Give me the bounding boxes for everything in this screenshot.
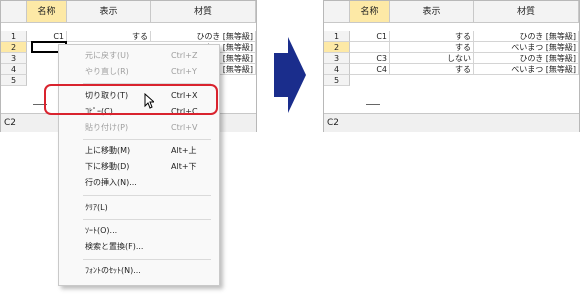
menu-item-label: 下に移動(D)	[85, 162, 130, 171]
menu-separator	[83, 195, 211, 196]
menu-item-shortcut: Alt+上	[171, 146, 197, 155]
column-header-name[interactable]: 名称	[350, 1, 390, 23]
column-header-material[interactable]: 材質	[474, 1, 579, 23]
highlight-box	[44, 84, 218, 115]
menu-item-move-down[interactable]: 下に移動(D) Alt+下	[59, 159, 219, 175]
display-cell[interactable]: する	[390, 64, 474, 75]
name-cell[interactable]: C3	[350, 53, 390, 64]
material-cell[interactable]: ひのき [無等級]	[474, 31, 579, 42]
menu-item-find-replace[interactable]: 検索と置換(F)...	[59, 239, 219, 255]
status-bar: C2	[324, 113, 579, 132]
menu-item-shortcut: Ctrl+V	[171, 123, 198, 132]
corner-header[interactable]	[324, 1, 350, 23]
right-arrow-icon	[274, 37, 306, 113]
menu-item-shortcut: Ctrl+Z	[171, 51, 198, 60]
column-header-name[interactable]: 名称	[27, 1, 67, 23]
menu-item-label: 行の挿入(N)...	[85, 178, 137, 187]
menu-separator	[83, 219, 211, 220]
row-number[interactable]: 2	[1, 42, 27, 53]
right-spreadsheet-panel: 名称 表示 材質 1 2 3 4 5 C1 する ひのき [無等級] する べい…	[323, 0, 580, 132]
mouse-cursor-icon	[144, 93, 154, 109]
new-row-marker	[366, 104, 380, 105]
name-cell[interactable]: C1	[350, 31, 390, 42]
display-cell[interactable]: しない	[390, 53, 474, 64]
menu-item-clear[interactable]: ｸﾘｱ(L)	[59, 200, 219, 216]
menu-item-label: ﾌｫﾝﾄのｾｯﾄ(N)...	[85, 266, 141, 275]
menu-item-shortcut: Alt+下	[171, 162, 197, 171]
material-cell[interactable]: べいまつ [無等級]	[474, 42, 579, 53]
name-cell[interactable]: C4	[350, 64, 390, 75]
row-number[interactable]: 3	[1, 53, 27, 64]
row-number[interactable]: 2	[324, 42, 350, 53]
menu-item-label: ｿｰﾄ(O)...	[85, 226, 118, 235]
display-cell[interactable]: する	[390, 42, 474, 53]
display-cell[interactable]: する	[67, 31, 151, 42]
row-number[interactable]: 4	[1, 64, 27, 75]
menu-item-label: 上に移動(M)	[85, 146, 131, 155]
menu-item-redo[interactable]: やり直し(R) Ctrl+Y	[59, 64, 219, 80]
menu-item-insert-row[interactable]: 行の挿入(N)...	[59, 175, 219, 191]
menu-item-label: ｸﾘｱ(L)	[85, 203, 108, 212]
menu-separator	[83, 259, 211, 260]
menu-item-shortcut: Ctrl+Y	[171, 67, 197, 76]
material-cell[interactable]: べいまつ [無等級]	[474, 64, 579, 75]
row-number[interactable]: 5	[324, 75, 350, 86]
row-number[interactable]: 1	[1, 31, 27, 42]
menu-item-label: 元に戻す(U)	[85, 51, 130, 60]
material-cell[interactable]: ひのき [無等級]	[474, 53, 579, 64]
column-header-display[interactable]: 表示	[67, 1, 151, 23]
corner-header[interactable]	[1, 1, 27, 23]
name-cell[interactable]	[350, 42, 390, 53]
row-number[interactable]: 5	[1, 75, 27, 86]
menu-item-label: 貼り付け(P)	[85, 123, 129, 132]
menu-item-move-up[interactable]: 上に移動(M) Alt+上	[59, 143, 219, 159]
menu-separator	[83, 139, 211, 140]
column-header-display[interactable]: 表示	[390, 1, 474, 23]
row-number[interactable]: 3	[324, 53, 350, 64]
menu-item-font-set[interactable]: ﾌｫﾝﾄのｾｯﾄ(N)...	[59, 263, 219, 279]
menu-item-paste[interactable]: 貼り付け(P) Ctrl+V	[59, 120, 219, 136]
material-cell[interactable]: ひのき [無等級]	[151, 31, 256, 42]
display-cell[interactable]: する	[390, 31, 474, 42]
menu-item-undo[interactable]: 元に戻す(U) Ctrl+Z	[59, 48, 219, 64]
row-number[interactable]: 4	[324, 64, 350, 75]
menu-item-sort[interactable]: ｿｰﾄ(O)...	[59, 223, 219, 239]
row-number[interactable]: 1	[324, 31, 350, 42]
menu-item-label: 検索と置換(F)...	[85, 242, 144, 251]
column-header-material[interactable]: 材質	[151, 1, 256, 23]
menu-item-label: やり直し(R)	[85, 67, 129, 76]
context-menu: 元に戻す(U) Ctrl+Z やり直し(R) Ctrl+Y 切り取り(T) Ct…	[58, 44, 220, 286]
